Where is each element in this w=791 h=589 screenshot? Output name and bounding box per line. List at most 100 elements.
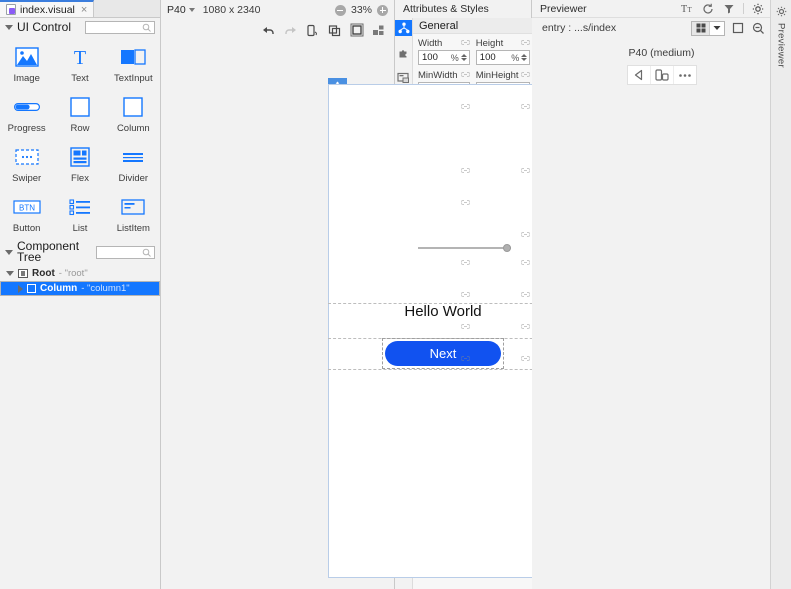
link-icon[interactable] — [460, 38, 471, 49]
gear-icon[interactable] — [751, 2, 765, 16]
edge-tab-previewer[interactable]: Previewer — [776, 23, 787, 68]
tree-node-column[interactable]: Column - "column1" — [0, 281, 160, 296]
text-icon: T — [65, 44, 95, 70]
link-icon[interactable] — [520, 258, 531, 269]
canvas-panel: P40 1080 x 2340 33% Hello World Next — [161, 0, 558, 589]
chevron-down-icon — [188, 8, 195, 12]
palette-item-list[interactable]: List — [53, 194, 106, 234]
link-icon[interactable] — [460, 70, 471, 81]
slider-knob[interactable] — [502, 243, 511, 252]
palette-label: Progress — [7, 123, 46, 134]
editor-tab-index-visual[interactable]: index.visual × — [0, 0, 95, 17]
more-icon[interactable] — [672, 66, 696, 84]
rotate-icon[interactable] — [649, 66, 673, 84]
zoom-out-icon[interactable] — [751, 21, 765, 35]
stepper[interactable] — [460, 54, 467, 61]
close-icon[interactable]: × — [81, 4, 87, 16]
chevron-down-icon[interactable] — [5, 24, 13, 30]
attributes-panel-title: Attributes & Styles — [395, 0, 531, 18]
refresh-icon[interactable] — [701, 2, 715, 16]
link-icon[interactable] — [520, 354, 531, 365]
ui-control-search-input[interactable] — [85, 20, 155, 34]
previewer-header: Previewer T T — [532, 0, 791, 18]
svg-text:T: T — [687, 6, 692, 14]
stepper[interactable] — [521, 54, 528, 61]
tree-node-root[interactable]: Root - "root" — [0, 266, 160, 281]
field-label: MinHeight — [475, 70, 519, 81]
component-tree: Root - "root" Column - "column1" — [0, 266, 160, 296]
grid-icon[interactable] — [371, 23, 386, 38]
field-label: Width — [418, 38, 443, 49]
link-icon[interactable] — [460, 198, 471, 209]
field-value: 100 — [422, 52, 438, 63]
svg-text:T: T — [681, 4, 687, 14]
link-icon[interactable] — [520, 322, 531, 333]
link-icon[interactable] — [460, 290, 471, 301]
component-tree-header[interactable]: Component Tree — [0, 238, 160, 266]
palette-item-button[interactable]: BTN Button — [0, 194, 53, 234]
tree-node-alias: - "root" — [58, 268, 88, 279]
canvas-next-button[interactable]: Next — [385, 341, 501, 366]
filter-icon[interactable] — [722, 2, 736, 16]
zoom-out-icon[interactable] — [334, 4, 346, 16]
frame-icon[interactable] — [731, 21, 745, 35]
palette-item-row[interactable]: Row — [53, 94, 106, 134]
link-icon[interactable] — [520, 70, 531, 81]
svg-text:BTN: BTN — [19, 204, 35, 213]
editor-tab-label: index.visual — [20, 3, 75, 16]
redo-icon — [283, 23, 298, 38]
gear-icon[interactable] — [774, 4, 788, 18]
height-input[interactable]: 100 % — [475, 50, 531, 65]
undo-icon[interactable] — [261, 23, 276, 38]
palette-item-listitem[interactable]: ListItem — [107, 194, 160, 234]
link-icon[interactable] — [460, 322, 471, 333]
text-size-icon[interactable]: T T — [680, 2, 694, 16]
previewer-view-dropdown[interactable] — [691, 20, 725, 36]
palette-item-image[interactable]: Image — [0, 44, 53, 84]
device-rotate-icon[interactable] — [305, 23, 320, 38]
link-icon[interactable] — [460, 354, 471, 365]
progress-icon — [12, 94, 42, 120]
link-icon[interactable] — [520, 38, 531, 49]
palette-item-column[interactable]: Column — [107, 94, 160, 134]
canvas-device-label: P40 — [167, 4, 186, 16]
link-icon[interactable] — [520, 166, 531, 177]
divider-icon — [118, 144, 148, 170]
chevron-down-icon[interactable] — [6, 271, 14, 276]
link-icon[interactable] — [460, 166, 471, 177]
swiper-icon — [12, 144, 42, 170]
ui-control-header[interactable]: UI Control — [0, 18, 160, 36]
palette-label: Column — [116, 123, 150, 134]
canvas-device-selector[interactable]: P40 — [167, 4, 195, 16]
search-icon — [142, 248, 151, 257]
chevron-down-icon[interactable] — [5, 249, 13, 255]
field-label: MinWidth — [418, 70, 458, 81]
link-icon[interactable] — [460, 102, 471, 113]
layers-icon[interactable] — [327, 23, 342, 38]
previewer-panel: Previewer T T entry: ...s/index P40 (me… — [532, 0, 791, 589]
previewer-entry-label: entry : ...s/index — [542, 22, 617, 34]
canvas-hello-text[interactable]: Hello World — [328, 303, 558, 320]
palette-item-text[interactable]: T Text — [53, 44, 106, 84]
palette-item-progress[interactable]: Progress — [0, 94, 53, 134]
ui-control-title: UI Control — [17, 20, 72, 34]
zoom-in-icon[interactable] — [377, 4, 388, 16]
frame-icon[interactable] — [349, 23, 364, 38]
puzzle-icon[interactable] — [395, 45, 412, 61]
chevron-right-icon[interactable] — [18, 284, 23, 293]
link-icon[interactable] — [520, 102, 531, 113]
hierarchy-icon[interactable] — [395, 20, 412, 36]
palette-item-swiper[interactable]: Swiper — [0, 144, 53, 184]
general-section-title[interactable]: General — [413, 18, 536, 34]
previewer-device-controls — [626, 65, 697, 85]
back-icon[interactable] — [628, 66, 650, 84]
opacity-slider[interactable] — [418, 243, 511, 252]
component-tree-search-input[interactable] — [95, 245, 155, 259]
link-icon[interactable] — [520, 290, 531, 301]
palette-item-textinput[interactable]: TextInput — [107, 44, 160, 84]
link-icon[interactable] — [460, 258, 471, 269]
palette-item-divider[interactable]: Divider — [107, 144, 160, 184]
width-input[interactable]: 100 % — [418, 50, 470, 65]
link-icon[interactable] — [520, 230, 531, 241]
palette-item-flex[interactable]: Flex — [53, 144, 106, 184]
